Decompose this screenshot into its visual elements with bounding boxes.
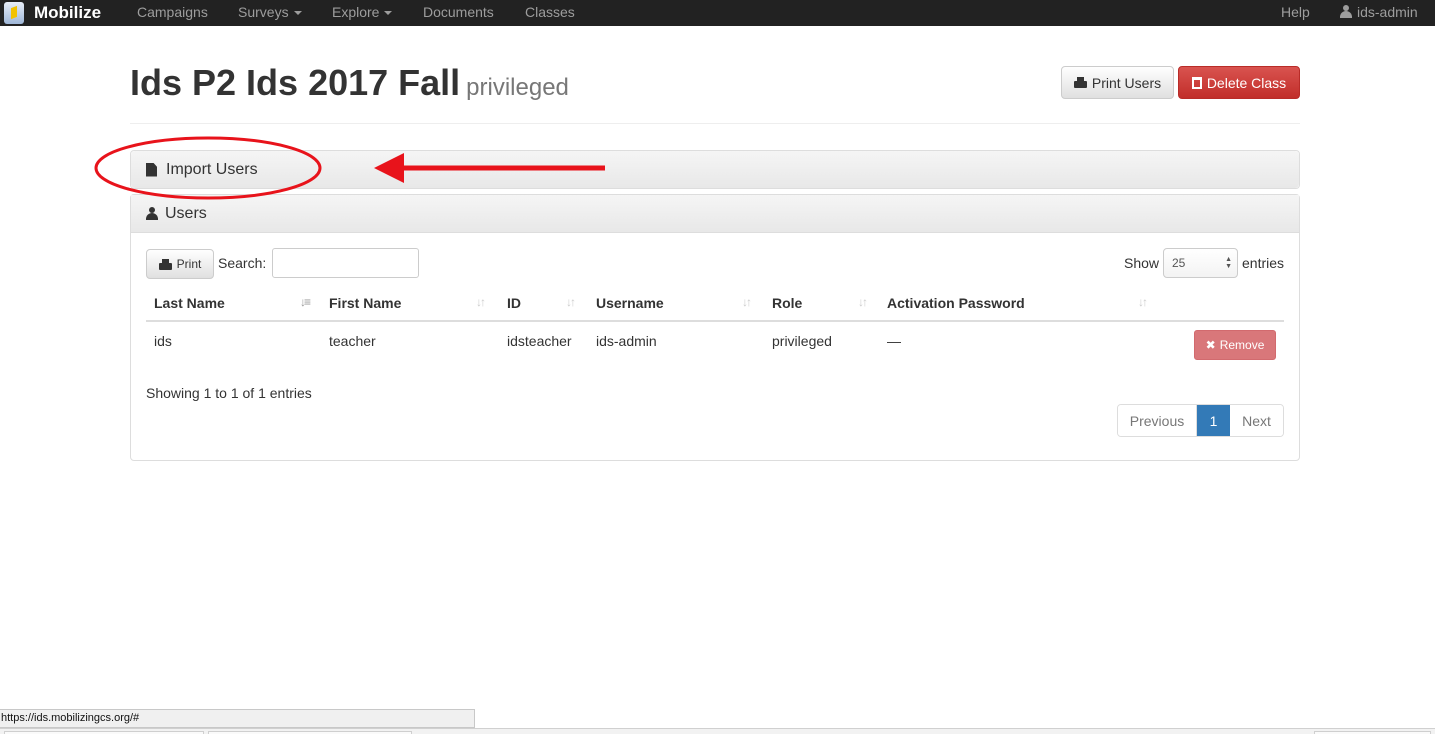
cell-first-name: teacher [329,333,376,349]
print-icon [158,258,172,270]
show-label: Show [1124,255,1160,271]
pagination: Previous 1 Next [1117,404,1284,437]
table-info: Showing 1 to 1 of 1 entries [146,385,312,401]
user-icon [1340,5,1352,18]
file-icon [146,162,157,177]
column-header-id[interactable]: ID [507,295,521,311]
column-header-activation-password[interactable]: Activation Password [887,295,1025,311]
column-header-username[interactable]: Username [596,295,664,311]
entries-per-page-select[interactable]: 25 ▲ ▼ [1163,248,1238,278]
pagination-next[interactable]: Next [1230,405,1283,436]
brand-link[interactable]: Mobilize [4,0,101,26]
header-divider [130,123,1300,124]
cell-username: ids-admin [596,333,657,349]
user-icon [146,207,158,220]
nav-surveys-dropdown[interactable]: Surveys [238,4,302,20]
sort-icon: ↓↑ [566,295,576,309]
nav-documents[interactable]: Documents [423,4,494,20]
select-arrows-icon: ▲ ▼ [1225,256,1232,270]
column-header-first-name[interactable]: First Name [329,295,401,311]
cell-role: privileged [772,333,832,349]
sort-icon: ↓↑ [742,295,752,309]
print-icon [1073,77,1087,88]
cell-activation-password: — [887,333,901,349]
print-users-button[interactable]: Print Users [1061,66,1174,99]
nav-user-menu[interactable]: ids-admin [1340,4,1418,20]
nav-campaigns[interactable]: Campaigns [137,4,208,20]
cell-last-name: ids [154,333,172,349]
column-header-last-name[interactable]: Last Name [154,295,225,311]
caret-down-icon [384,11,393,16]
search-input[interactable] [272,248,419,278]
sort-icon: ↓↑ [1138,295,1148,309]
remove-user-button[interactable]: ✖ Remove [1194,330,1276,360]
users-panel-title: Users [165,204,207,222]
table-header-divider [146,320,1284,322]
trash-icon [1191,76,1202,89]
search-label: Search: [218,255,267,271]
close-icon: ✖ [1205,338,1216,352]
sort-icon: ↓↑ [476,295,486,309]
nav-explore-dropdown[interactable]: Explore [332,4,393,20]
nav-classes[interactable]: Classes [525,4,575,20]
class-role-subtitle: privileged [466,74,569,101]
cell-id: idsteacher [507,333,572,349]
sort-ascending-icon: ↓≡ [300,295,311,309]
import-users-toggle[interactable]: Import Users [131,151,1299,188]
pagination-previous[interactable]: Previous [1118,405,1197,436]
users-panel: Users Print Search: Show 25 ▲ ▼ entries L… [130,194,1300,461]
column-header-role[interactable]: Role [772,295,802,311]
users-panel-heading: Users [131,195,1299,233]
sort-icon: ↓↑ [858,295,868,309]
pagination-page-1[interactable]: 1 [1197,405,1230,436]
top-navbar: Mobilize Campaigns Surveys Explore Docum… [0,0,1435,26]
print-table-button[interactable]: Print [146,249,214,279]
brand-name: Mobilize [34,3,102,22]
mobilize-logo-icon [4,2,24,24]
status-bar-url: https://ids.mobilizingcs.org/# [0,709,475,728]
delete-class-button[interactable]: Delete Class [1178,66,1300,99]
import-users-title: Import Users [166,160,258,178]
page-title: Ids P2 Ids 2017 Fall privileged [130,62,569,103]
caret-down-icon [293,11,302,16]
import-users-panel: Import Users [130,150,1300,189]
entries-label: entries [1242,255,1285,271]
nav-help[interactable]: Help [1281,4,1310,20]
